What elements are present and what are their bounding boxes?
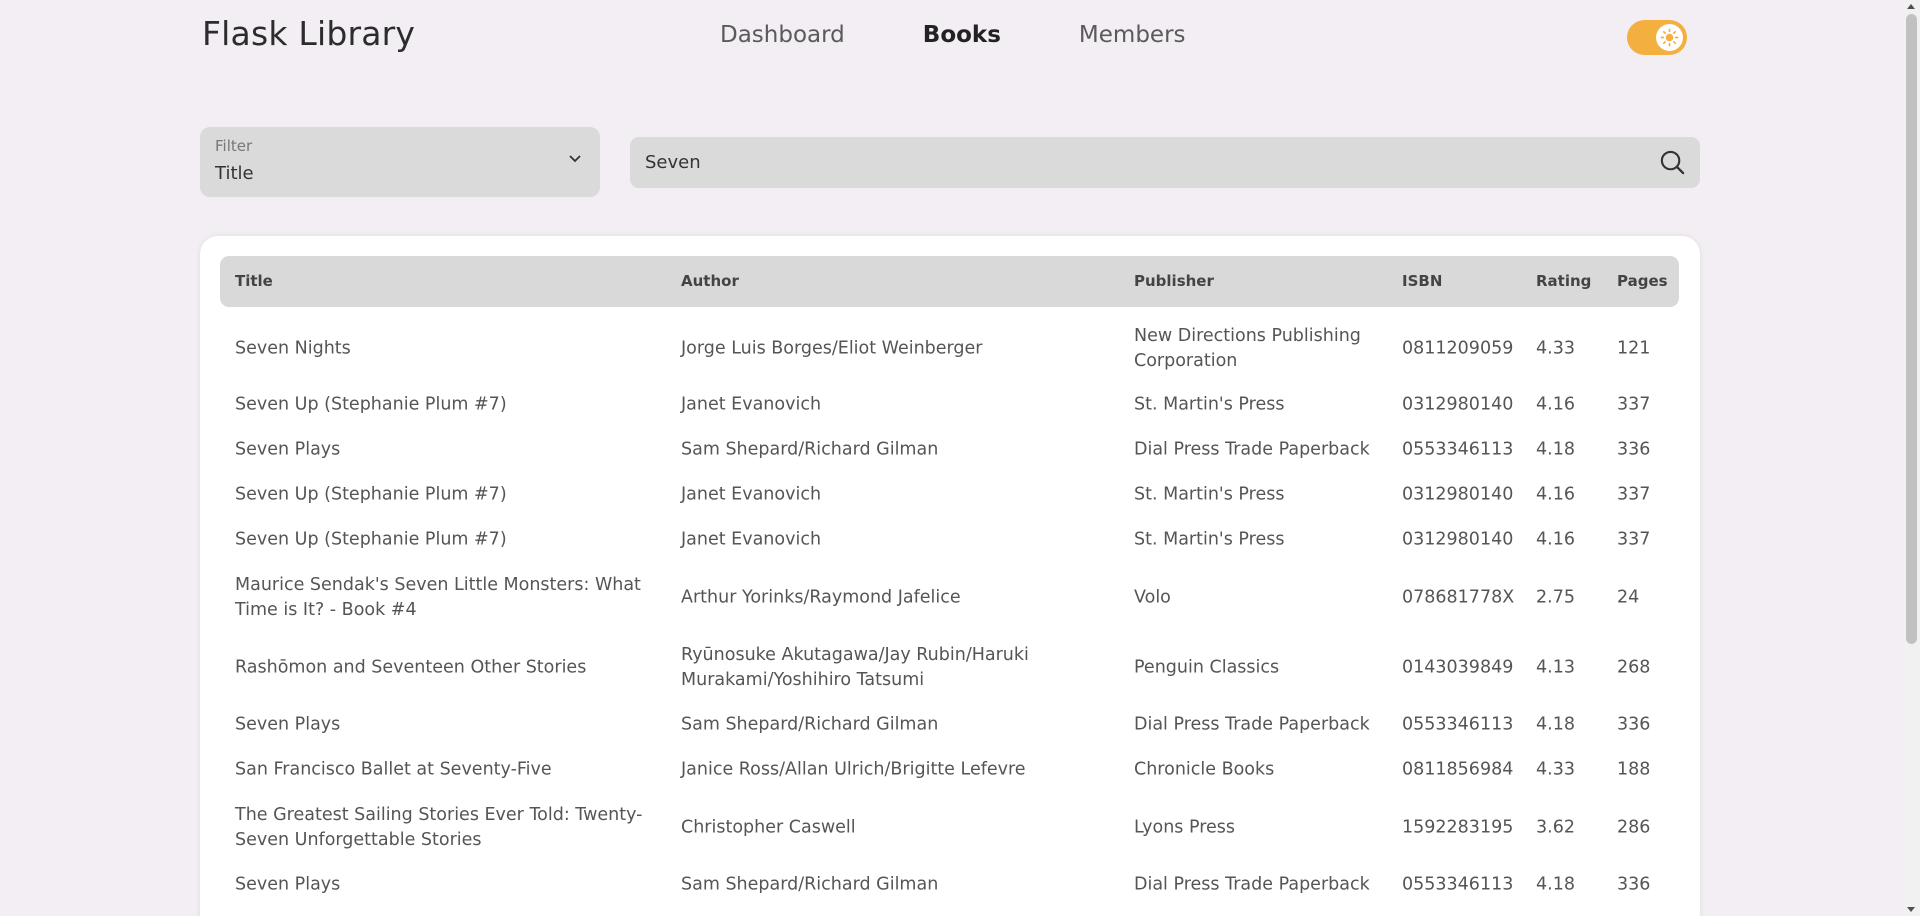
- scroll-up-arrow-icon[interactable]: [1907, 4, 1915, 9]
- filter-value: Title: [215, 163, 254, 184]
- main-nav: Dashboard Books Members: [720, 22, 1186, 48]
- cell-title: Seven Plays: [235, 874, 341, 895]
- cell-publisher: St. Martin's Press: [1134, 394, 1285, 415]
- cell-pages: 337: [1617, 529, 1651, 550]
- col-isbn[interactable]: ISBN: [1402, 272, 1442, 290]
- cell-isbn: 0553346113: [1402, 439, 1514, 460]
- cell-author: Sam Shepard/Richard Gilman: [681, 439, 939, 460]
- cell-pages: 337: [1617, 484, 1651, 505]
- cell-publisher: New Directions Publishing Corporation: [1134, 326, 1361, 371]
- cell-rating: 4.16: [1536, 484, 1575, 505]
- brand-title[interactable]: Flask Library: [202, 14, 415, 53]
- cell-publisher: St. Martin's Press: [1134, 529, 1285, 550]
- cell-author: Janet Evanovich: [681, 394, 822, 415]
- cell-rating: 4.13: [1536, 657, 1575, 678]
- cell-publisher: Volo: [1134, 587, 1171, 608]
- cell-title: San Francisco Ballet at Seventy-Five: [235, 759, 552, 780]
- cell-title: Rashōmon and Seventeen Other Stories: [235, 657, 587, 678]
- cell-title: Seven Plays: [235, 439, 341, 460]
- cell-title: The Greatest Sailing Stories Ever Told: …: [235, 805, 643, 850]
- cell-author: Christopher Caswell: [681, 817, 856, 838]
- cell-publisher: Lyons Press: [1134, 817, 1236, 838]
- cell-rating: 4.18: [1536, 439, 1575, 460]
- search-box: [630, 137, 1700, 188]
- cell-publisher: Dial Press Trade Paperback: [1134, 874, 1370, 895]
- cell-isbn: 0811856984: [1402, 759, 1514, 780]
- search-icon[interactable]: [1659, 149, 1686, 176]
- cell-author: Sam Shepard/Richard Gilman: [681, 874, 939, 895]
- cell-rating: 4.16: [1536, 529, 1575, 550]
- cell-rating: 3.62: [1536, 817, 1575, 838]
- cell-pages: 337: [1617, 394, 1651, 415]
- cell-pages: 336: [1617, 874, 1651, 895]
- col-pages[interactable]: Pages: [1617, 272, 1668, 290]
- cell-isbn: 0811209059: [1402, 338, 1514, 359]
- cell-isbn: 0312980140: [1402, 529, 1514, 550]
- cell-rating: 4.18: [1536, 714, 1575, 735]
- cell-isbn: 0143039849: [1402, 657, 1514, 678]
- search-input[interactable]: [630, 137, 1630, 188]
- cell-author: Sam Shepard/Richard Gilman: [681, 714, 939, 735]
- cell-title: Seven Up (Stephanie Plum #7): [235, 484, 507, 505]
- nav-books[interactable]: Books: [923, 22, 1001, 48]
- cell-publisher: Dial Press Trade Paperback: [1134, 714, 1370, 735]
- cell-rating: 4.33: [1536, 338, 1575, 359]
- cell-pages: 24: [1617, 587, 1640, 608]
- cell-isbn: 0312980140: [1402, 484, 1514, 505]
- theme-knob: [1656, 24, 1683, 51]
- cell-author: Jorge Luis Borges/Eliot Weinberger: [681, 338, 983, 359]
- books-table-card: Title Author Publisher ISBN Rating Pages…: [200, 236, 1700, 916]
- cell-publisher: Chronicle Books: [1134, 759, 1275, 780]
- sun-icon: [1660, 28, 1679, 47]
- cell-rating: 2.75: [1536, 587, 1575, 608]
- cell-rating: 4.33: [1536, 759, 1575, 780]
- nav-members[interactable]: Members: [1079, 22, 1186, 48]
- page-scrollbar[interactable]: [1903, 0, 1920, 916]
- filter-select[interactable]: Filter Title: [200, 127, 600, 197]
- cell-publisher: Penguin Classics: [1134, 657, 1280, 678]
- page: Flask Library Dashboard Books Members Fi…: [0, 0, 1920, 916]
- cell-publisher: Dial Press Trade Paperback: [1134, 439, 1370, 460]
- filter-label: Filter: [215, 137, 253, 155]
- chevron-down-icon: [569, 155, 581, 163]
- cell-author: Janice Ross/Allan Ulrich/Brigitte Lefevr…: [681, 759, 1026, 780]
- cell-isbn: 1592283195: [1402, 817, 1514, 838]
- cell-title: Seven Up (Stephanie Plum #7): [235, 529, 507, 550]
- cell-pages: 268: [1617, 657, 1651, 678]
- col-title[interactable]: Title: [235, 272, 273, 290]
- cell-isbn: 078681778X: [1402, 587, 1515, 608]
- cell-author: Arthur Yorinks/Raymond Jafelice: [681, 587, 961, 608]
- cell-author: Ryūnosuke Akutagawa/Jay Rubin/Haruki Mur…: [681, 645, 1029, 690]
- cell-isbn: 0553346113: [1402, 714, 1514, 735]
- scrollbar-thumb[interactable]: [1906, 14, 1917, 644]
- cell-author: Janet Evanovich: [681, 529, 822, 550]
- scroll-down-arrow-icon[interactable]: [1907, 907, 1915, 912]
- cell-pages: 336: [1617, 714, 1651, 735]
- cell-pages: 121: [1617, 338, 1651, 359]
- theme-toggle[interactable]: [1627, 20, 1687, 55]
- cell-pages: 188: [1617, 759, 1651, 780]
- cell-publisher: St. Martin's Press: [1134, 484, 1285, 505]
- nav-dashboard[interactable]: Dashboard: [720, 22, 845, 48]
- cell-title: Seven Plays: [235, 714, 341, 735]
- cell-rating: 4.16: [1536, 394, 1575, 415]
- col-rating[interactable]: Rating: [1536, 272, 1591, 290]
- cell-isbn: 0312980140: [1402, 394, 1514, 415]
- col-publisher[interactable]: Publisher: [1134, 272, 1214, 290]
- cell-isbn: 0553346113: [1402, 874, 1514, 895]
- col-author[interactable]: Author: [681, 272, 739, 290]
- table-header: Title Author Publisher ISBN Rating Pages: [220, 256, 1679, 307]
- cell-title: Maurice Sendak's Seven Little Monsters: …: [235, 575, 641, 620]
- cell-rating: 4.18: [1536, 874, 1575, 895]
- cell-pages: 336: [1617, 439, 1651, 460]
- cell-author: Janet Evanovich: [681, 484, 822, 505]
- cell-title: Seven Nights: [235, 338, 351, 359]
- cell-pages: 286: [1617, 817, 1651, 838]
- cell-title: Seven Up (Stephanie Plum #7): [235, 394, 507, 415]
